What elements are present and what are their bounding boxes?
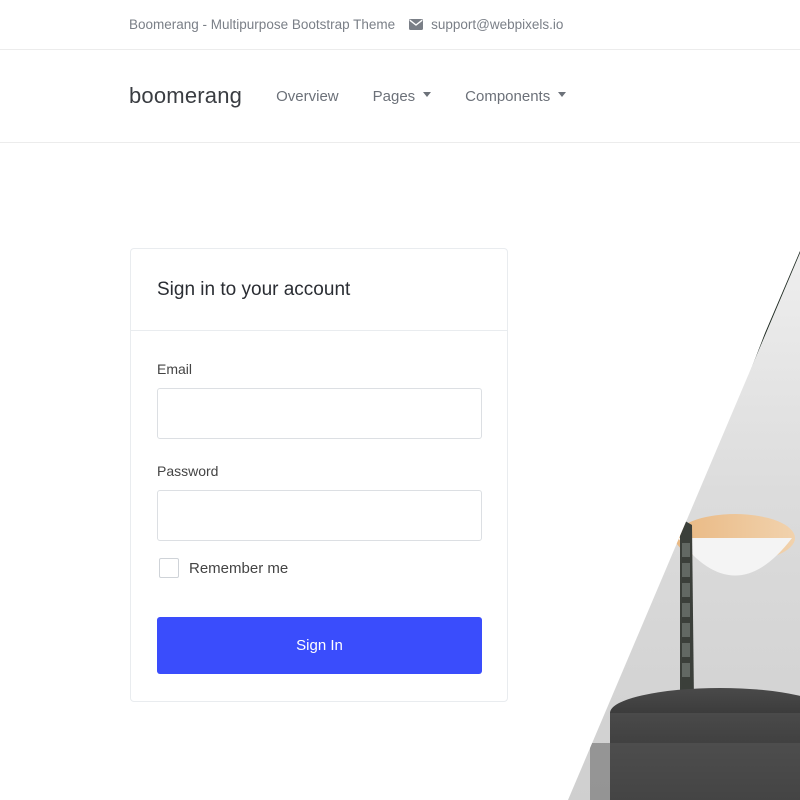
- brand-logo[interactable]: boomerang: [129, 83, 242, 109]
- password-input[interactable]: [157, 490, 482, 541]
- nav-item-label: Components: [465, 87, 551, 105]
- password-field-group: Password: [157, 463, 482, 541]
- main-navbar: boomerang Overview Pages Components: [0, 50, 800, 143]
- support-email: support@webpixels.io: [431, 17, 564, 32]
- nav-item-components[interactable]: Components: [465, 87, 567, 105]
- support-email-link[interactable]: support@webpixels.io: [409, 17, 563, 32]
- caret-down-icon: [558, 91, 567, 97]
- password-label: Password: [157, 463, 219, 479]
- caret-down-icon: [423, 91, 432, 97]
- site-tagline: Boomerang - Multipurpose Bootstrap Theme: [129, 17, 396, 32]
- email-input[interactable]: [157, 388, 482, 439]
- envelope-icon: [409, 19, 424, 30]
- email-field-group: Email: [157, 361, 482, 439]
- signin-form: Email Password Remember me Sign In: [131, 331, 507, 674]
- page: Boomerang - Multipurpose Bootstrap Theme…: [0, 0, 800, 800]
- hero-photo: [560, 143, 800, 800]
- remember-me-row: Remember me: [157, 558, 481, 578]
- nav-item-overview[interactable]: Overview: [276, 88, 339, 105]
- signin-title: Sign in to your account: [157, 278, 351, 300]
- email-label: Email: [157, 361, 193, 377]
- signin-card-header: Sign in to your account: [131, 249, 507, 331]
- remember-me-checkbox[interactable]: [159, 558, 179, 578]
- top-info-bar: Boomerang - Multipurpose Bootstrap Theme…: [0, 0, 800, 50]
- nav-item-pages[interactable]: Pages: [373, 88, 432, 105]
- remember-me-label: Remember me: [189, 559, 289, 577]
- sign-in-button[interactable]: Sign In: [157, 617, 482, 674]
- signin-card: Sign in to your account Email Password R…: [130, 248, 508, 702]
- nav-item-label: Overview: [276, 87, 339, 105]
- brand-text: boomerang: [129, 83, 243, 108]
- nav-item-label: Pages: [372, 87, 416, 105]
